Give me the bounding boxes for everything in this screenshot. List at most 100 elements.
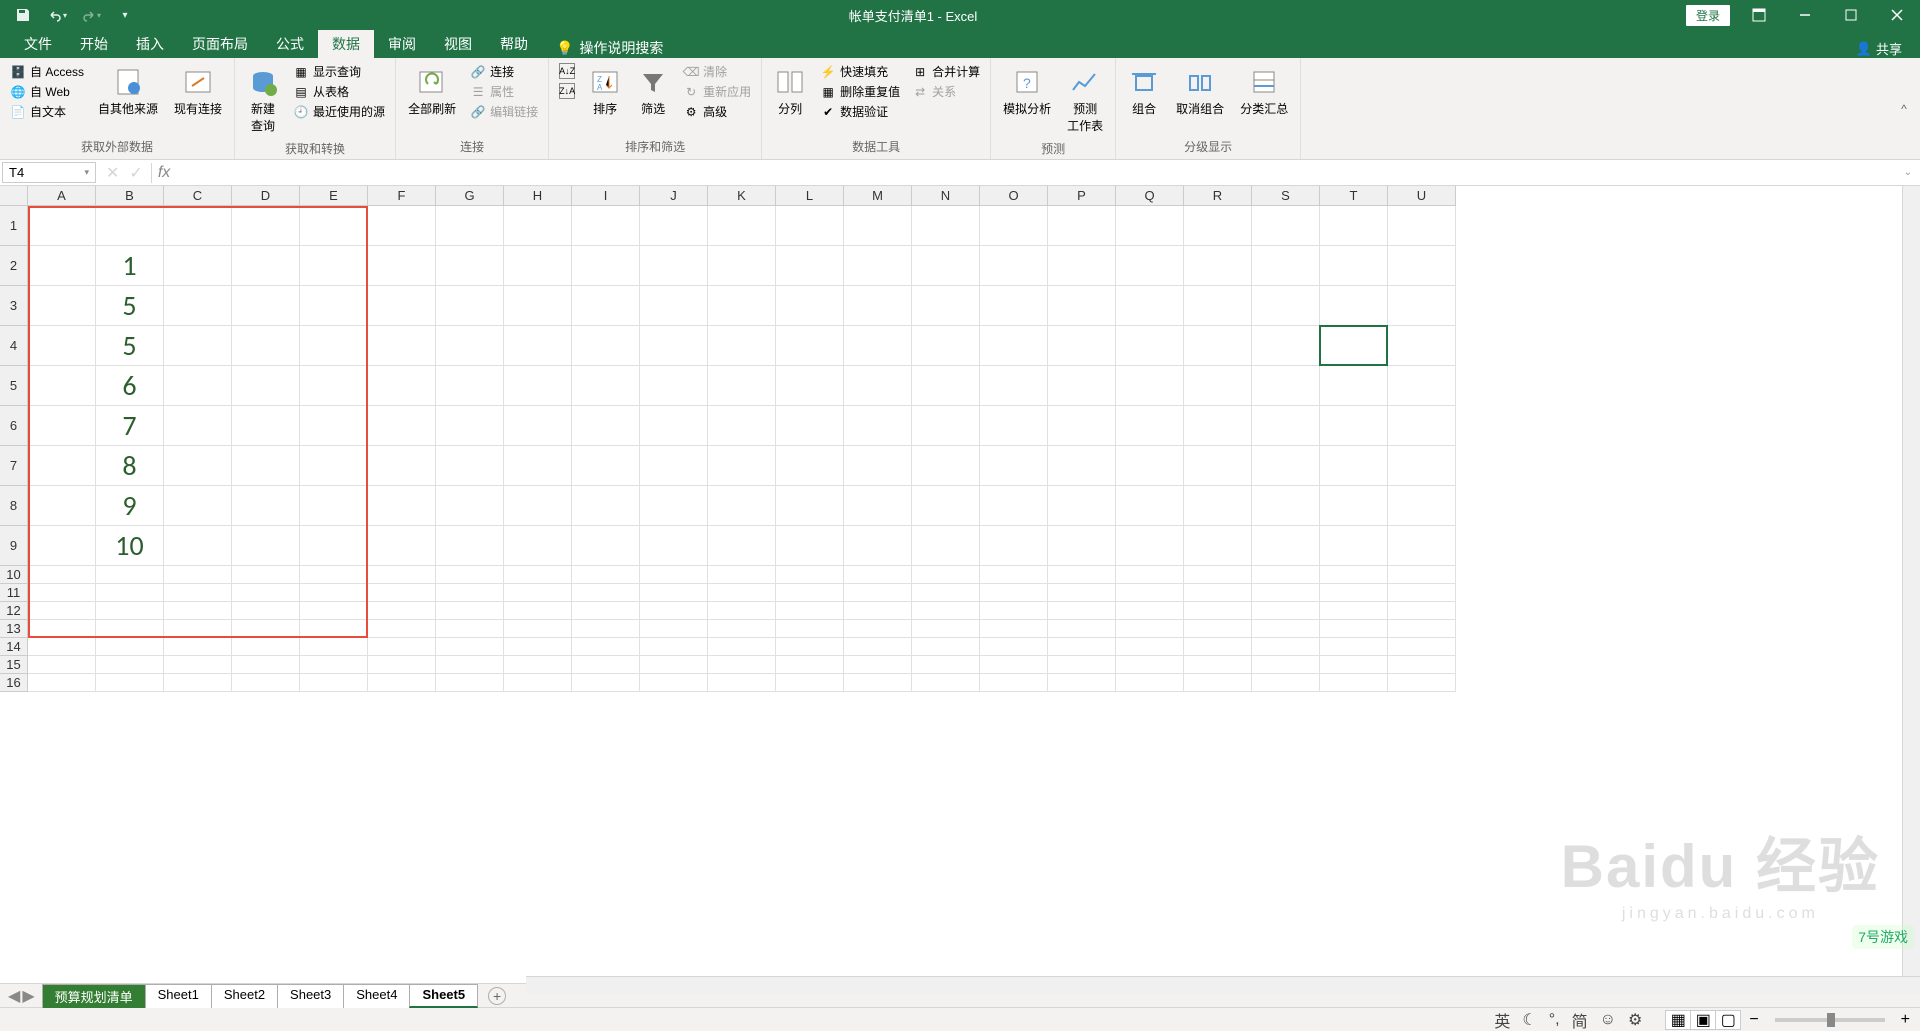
group-button[interactable]: 组合 (1122, 62, 1166, 121)
cell-C6[interactable] (164, 406, 232, 446)
col-header-D[interactable]: D (232, 186, 300, 206)
cell-E15[interactable] (300, 656, 368, 674)
cell-T7[interactable] (1320, 446, 1388, 486)
col-header-E[interactable]: E (300, 186, 368, 206)
col-header-A[interactable]: A (28, 186, 96, 206)
cell-O14[interactable] (980, 638, 1048, 656)
cell-R12[interactable] (1184, 602, 1252, 620)
cell-O16[interactable] (980, 674, 1048, 692)
cell-U4[interactable] (1388, 326, 1456, 366)
from-other-sources-button[interactable]: 自其他来源 (92, 62, 164, 121)
cell-B8[interactable]: 9 (96, 486, 164, 526)
cell-M13[interactable] (844, 620, 912, 638)
cell-N9[interactable] (912, 526, 980, 566)
cell-E6[interactable] (300, 406, 368, 446)
cell-U13[interactable] (1388, 620, 1456, 638)
cell-A13[interactable] (28, 620, 96, 638)
whatif-button[interactable]: ? 模拟分析 (997, 62, 1057, 121)
tab-view[interactable]: 视图 (430, 30, 486, 58)
cell-H6[interactable] (504, 406, 572, 446)
sheet-tab-budget[interactable]: 预算规划清单 (42, 984, 146, 1008)
cell-C4[interactable] (164, 326, 232, 366)
cell-D9[interactable] (232, 526, 300, 566)
cell-B4[interactable]: 5 (96, 326, 164, 366)
save-icon[interactable] (8, 1, 38, 29)
show-queries-button[interactable]: ▦显示查询 (289, 62, 389, 81)
cell-K4[interactable] (708, 326, 776, 366)
column-headers[interactable]: ABCDEFGHIJKLMNOPQRSTU (28, 186, 1456, 206)
cell-A8[interactable] (28, 486, 96, 526)
cell-A5[interactable] (28, 366, 96, 406)
vertical-scrollbar[interactable] (1902, 186, 1920, 983)
cell-Q4[interactable] (1116, 326, 1184, 366)
cell-A12[interactable] (28, 602, 96, 620)
row-headers[interactable]: 12345678910111213141516 (0, 206, 28, 692)
collapse-ribbon-button[interactable]: ^ (1896, 58, 1920, 159)
sort-asc-button[interactable]: A↓Z (555, 62, 579, 80)
cell-N5[interactable] (912, 366, 980, 406)
cell-L1[interactable] (776, 206, 844, 246)
cell-R4[interactable] (1184, 326, 1252, 366)
cell-M8[interactable] (844, 486, 912, 526)
cell-O6[interactable] (980, 406, 1048, 446)
cell-L2[interactable] (776, 246, 844, 286)
redo-icon[interactable]: ▾ (76, 1, 106, 29)
row-header-15[interactable]: 15 (0, 656, 28, 674)
cell-I2[interactable] (572, 246, 640, 286)
tab-insert[interactable]: 插入 (122, 30, 178, 58)
page-layout-view-button[interactable]: ▣ (1690, 1010, 1716, 1030)
row-header-1[interactable]: 1 (0, 206, 28, 246)
cell-H3[interactable] (504, 286, 572, 326)
row-header-8[interactable]: 8 (0, 486, 28, 526)
cell-R11[interactable] (1184, 584, 1252, 602)
cell-O11[interactable] (980, 584, 1048, 602)
cell-M4[interactable] (844, 326, 912, 366)
cell-T1[interactable] (1320, 206, 1388, 246)
cell-Q5[interactable] (1116, 366, 1184, 406)
cell-T11[interactable] (1320, 584, 1388, 602)
cell-U2[interactable] (1388, 246, 1456, 286)
cell-I5[interactable] (572, 366, 640, 406)
cell-N1[interactable] (912, 206, 980, 246)
cell-E8[interactable] (300, 486, 368, 526)
col-header-U[interactable]: U (1388, 186, 1456, 206)
col-header-H[interactable]: H (504, 186, 572, 206)
cell-H16[interactable] (504, 674, 572, 692)
cell-H9[interactable] (504, 526, 572, 566)
cell-A16[interactable] (28, 674, 96, 692)
cell-N11[interactable] (912, 584, 980, 602)
cell-B9[interactable]: 10 (96, 526, 164, 566)
cell-M2[interactable] (844, 246, 912, 286)
col-header-J[interactable]: J (640, 186, 708, 206)
cell-R15[interactable] (1184, 656, 1252, 674)
cell-I8[interactable] (572, 486, 640, 526)
recent-sources-button[interactable]: 🕘最近使用的源 (289, 102, 389, 121)
cell-J7[interactable] (640, 446, 708, 486)
cell-F10[interactable] (368, 566, 436, 584)
ime-lang[interactable]: 英 (1494, 1008, 1510, 1032)
remove-duplicates-button[interactable]: ▦删除重复值 (816, 82, 904, 101)
cell-M5[interactable] (844, 366, 912, 406)
cell-H13[interactable] (504, 620, 572, 638)
cell-Q1[interactable] (1116, 206, 1184, 246)
cell-O9[interactable] (980, 526, 1048, 566)
cell-P14[interactable] (1048, 638, 1116, 656)
cell-O10[interactable] (980, 566, 1048, 584)
cell-B10[interactable] (96, 566, 164, 584)
refresh-all-button[interactable]: 全部刷新 (402, 62, 462, 121)
cell-A11[interactable] (28, 584, 96, 602)
row-header-5[interactable]: 5 (0, 366, 28, 406)
tab-data[interactable]: 数据 (318, 30, 374, 58)
tab-page-layout[interactable]: 页面布局 (178, 30, 262, 58)
cell-C1[interactable] (164, 206, 232, 246)
cell-J14[interactable] (640, 638, 708, 656)
cell-B12[interactable] (96, 602, 164, 620)
cell-S16[interactable] (1252, 674, 1320, 692)
sort-button[interactable]: ZA 排序 (583, 62, 627, 121)
from-access-button[interactable]: 🗄️自 Access (6, 62, 88, 81)
cell-J1[interactable] (640, 206, 708, 246)
cell-N4[interactable] (912, 326, 980, 366)
cell-R14[interactable] (1184, 638, 1252, 656)
cell-L13[interactable] (776, 620, 844, 638)
qat-more-icon[interactable]: ▾ (110, 1, 140, 29)
